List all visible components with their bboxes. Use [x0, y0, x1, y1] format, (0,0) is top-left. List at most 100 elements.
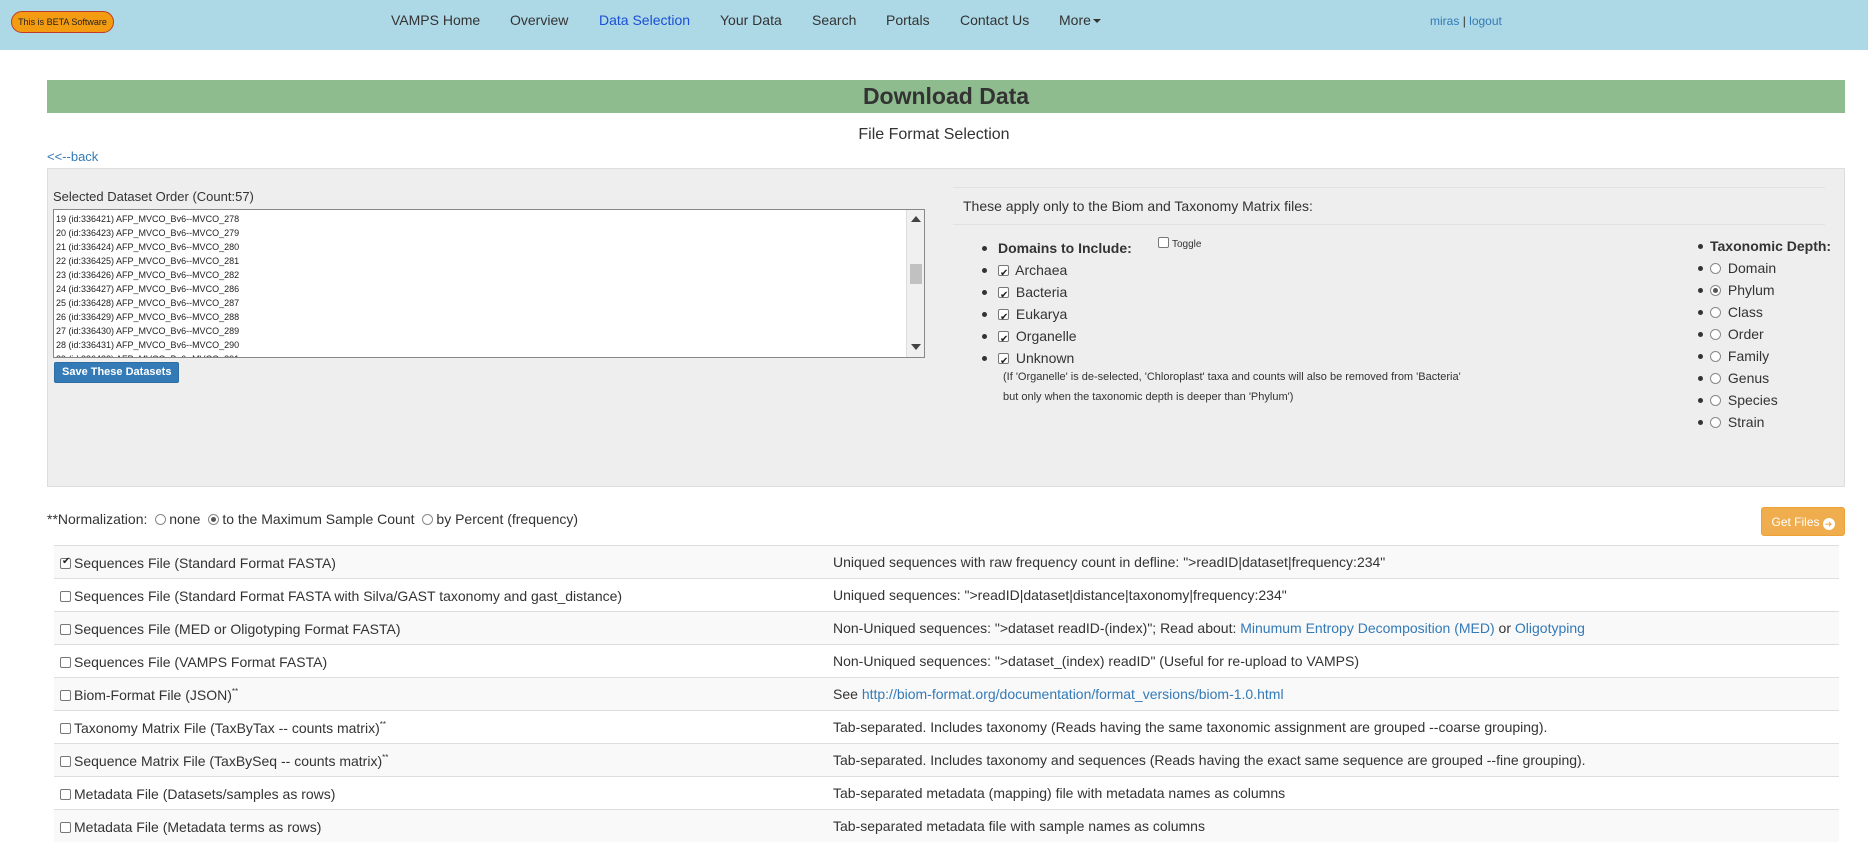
domain-checkbox-bacteria[interactable]: [998, 285, 1009, 307]
file-name: Sequences File (VAMPS Format FASTA): [74, 654, 328, 670]
dataset-row[interactable]: 20 (id:336423) AFP_MVCO_Bv6--MVCO_279: [56, 226, 904, 240]
dataset-row[interactable]: 26 (id:336429) AFP_MVCO_Bv6--MVCO_288: [56, 310, 904, 324]
depth-radio-domain[interactable]: [1710, 263, 1721, 274]
file-doc-link[interactable]: Minumum Entropy Decomposition (MED): [1240, 620, 1494, 636]
organelle-footnote: (If 'Organelle' is de-selected, 'Chlorop…: [1003, 367, 1563, 407]
depth-item-family[interactable]: Family: [1697, 345, 1831, 367]
norm-radio-max[interactable]: [208, 514, 220, 525]
nav-more-label: More: [1059, 12, 1091, 28]
save-datasets-button[interactable]: Save These Datasets: [54, 362, 180, 383]
nav-data-selection[interactable]: Data Selection: [599, 12, 690, 28]
page-subtitle: File Format Selection: [858, 126, 1010, 143]
toggle-checkbox[interactable]: [1158, 237, 1169, 248]
domain-item-organelle[interactable]: Organelle: [982, 325, 1132, 351]
nav-your-data[interactable]: Your Data: [720, 12, 782, 28]
dataset-row[interactable]: 29 (id:336432) AFP_MVCO_Bv6--MVCO_291: [56, 352, 904, 357]
file-checkbox[interactable]: [60, 624, 71, 635]
file-option[interactable]: Sequence Matrix File (TaxBySeq -- counts…: [60, 753, 388, 769]
depth-radio-genus[interactable]: [1710, 373, 1721, 384]
dataset-row[interactable]: 28 (id:336431) AFP_MVCO_Bv6--MVCO_290: [56, 338, 904, 352]
depth-radio-strain[interactable]: [1710, 417, 1721, 428]
file-checkbox[interactable]: [60, 723, 71, 734]
file-option[interactable]: Sequences File (Standard Format FASTA): [60, 555, 336, 571]
get-files-button[interactable]: Get Files ➜: [1761, 507, 1845, 536]
depth-item-phylum[interactable]: Phylum: [1697, 279, 1831, 301]
footnote-marker: **: [231, 687, 239, 696]
file-checkbox[interactable]: [60, 789, 71, 800]
file-doc-link[interactable]: http://biom-format.org/documentation/for…: [862, 686, 1284, 702]
domains-heading: Domains to Include:: [998, 240, 1132, 256]
file-checkbox[interactable]: [60, 591, 71, 602]
file-option[interactable]: Taxonomy Matrix File (TaxByTax -- counts…: [60, 720, 386, 736]
file-option[interactable]: Biom-Format File (JSON)**: [60, 687, 238, 703]
file-row: Metadata File (Metadata terms as rows) Ta…: [54, 809, 1839, 842]
nav-overview[interactable]: Overview: [510, 12, 568, 28]
dataset-row[interactable]: 19 (id:336421) AFP_MVCO_Bv6--MVCO_278: [56, 212, 904, 226]
dataset-list-scrollbar[interactable]: [906, 210, 924, 357]
scroll-down-icon[interactable]: [911, 344, 921, 350]
depth-item-genus[interactable]: Genus: [1697, 367, 1831, 389]
file-option[interactable]: Sequences File (Standard Format FASTA wi…: [60, 588, 622, 604]
scroll-up-icon[interactable]: [911, 216, 921, 222]
file-description-text: Tab-separated. Includes taxonomy (Reads …: [833, 719, 1548, 735]
dataset-row[interactable]: 25 (id:336428) AFP_MVCO_Bv6--MVCO_287: [56, 296, 904, 310]
depth-radio-class[interactable]: [1710, 307, 1721, 318]
depth-item-order[interactable]: Order: [1697, 323, 1831, 345]
file-checkbox[interactable]: [60, 690, 71, 701]
norm-radio-percent[interactable]: [422, 514, 434, 525]
domain-item-bacteria[interactable]: Bacteria: [982, 281, 1132, 307]
toggle-domains[interactable]: Toggle: [1158, 234, 1201, 256]
nav-search[interactable]: Search: [812, 12, 856, 28]
domain-checkbox-eukarya[interactable]: [998, 307, 1009, 329]
file-option[interactable]: Metadata File (Datasets/samples as rows): [60, 786, 335, 802]
domain-item-archaea[interactable]: Archaea: [982, 259, 1132, 285]
scroll-thumb[interactable]: [910, 264, 922, 284]
biom-options-note: These apply only to the Biom and Taxonom…: [963, 198, 1313, 214]
domain-checkbox-unknown[interactable]: [998, 351, 1009, 373]
file-option[interactable]: Metadata File (Metadata terms as rows): [60, 819, 321, 835]
dataset-row[interactable]: 22 (id:336425) AFP_MVCO_Bv6--MVCO_281: [56, 254, 904, 268]
dataset-row[interactable]: 27 (id:336430) AFP_MVCO_Bv6--MVCO_289: [56, 324, 904, 338]
nav-portals[interactable]: Portals: [886, 12, 930, 28]
norm-radio-none[interactable]: [155, 514, 167, 525]
dataset-row[interactable]: 24 (id:336427) AFP_MVCO_Bv6--MVCO_286: [56, 282, 904, 296]
file-description-text: Uniqued sequences: ">readID|dataset|dist…: [833, 587, 1287, 603]
username-link[interactable]: miras: [1430, 14, 1459, 28]
file-option[interactable]: Sequences File (MED or Oligotyping Forma…: [60, 621, 401, 637]
domains-list: Domains to Include: Toggle Archaea Bacte…: [982, 237, 1201, 373]
depth-item-strain[interactable]: Strain: [1697, 411, 1831, 433]
dataset-order-list[interactable]: 19 (id:336421) AFP_MVCO_Bv6--MVCO_278 20 …: [53, 209, 925, 358]
domain-item-unknown[interactable]: Unknown: [982, 347, 1132, 373]
nav-vamps-home[interactable]: VAMPS Home: [391, 12, 480, 28]
file-checkbox[interactable]: [60, 556, 71, 569]
file-doc-link[interactable]: Oligotyping: [1515, 620, 1585, 636]
nav-more-dropdown[interactable]: More: [1059, 12, 1101, 28]
domain-item-eukarya[interactable]: Eukarya: [982, 303, 1132, 329]
depth-item-species[interactable]: Species: [1697, 389, 1831, 411]
file-checkbox[interactable]: [60, 756, 71, 767]
toggle-label: Toggle: [1172, 239, 1202, 250]
depth-item-class[interactable]: Class: [1697, 301, 1831, 323]
file-checkbox[interactable]: [60, 657, 71, 668]
dataset-row[interactable]: 23 (id:336426) AFP_MVCO_Bv6--MVCO_282: [56, 268, 904, 282]
nav-contact-us[interactable]: Contact Us: [960, 12, 1029, 28]
domain-checkbox-organelle[interactable]: [998, 329, 1009, 351]
file-checkbox[interactable]: [60, 822, 71, 833]
domain-checkbox-archaea[interactable]: [998, 263, 1009, 285]
file-description-text: Uniqued sequences with raw frequency cou…: [833, 554, 1386, 570]
norm-option-label: to the Maximum Sample Count: [222, 511, 415, 527]
file-name: Metadata File (Metadata terms as rows): [74, 819, 322, 835]
caret-down-icon: [1092, 19, 1101, 24]
file-name: Taxonomy Matrix File (TaxByTax -- counts…: [74, 720, 380, 736]
logout-link[interactable]: logout: [1469, 14, 1502, 28]
norm-option-label: none: [169, 511, 201, 527]
beta-badge: This is BETA Software: [11, 11, 114, 33]
back-link[interactable]: <<--back: [47, 149, 98, 164]
depth-radio-phylum[interactable]: [1710, 285, 1721, 296]
depth-radio-species[interactable]: [1710, 395, 1721, 406]
dataset-row[interactable]: 21 (id:336424) AFP_MVCO_Bv6--MVCO_280: [56, 240, 904, 254]
depth-radio-family[interactable]: [1710, 351, 1721, 362]
depth-radio-order[interactable]: [1710, 329, 1721, 340]
depth-item-domain[interactable]: Domain: [1697, 257, 1831, 279]
file-option[interactable]: Sequences File (VAMPS Format FASTA): [60, 654, 327, 670]
